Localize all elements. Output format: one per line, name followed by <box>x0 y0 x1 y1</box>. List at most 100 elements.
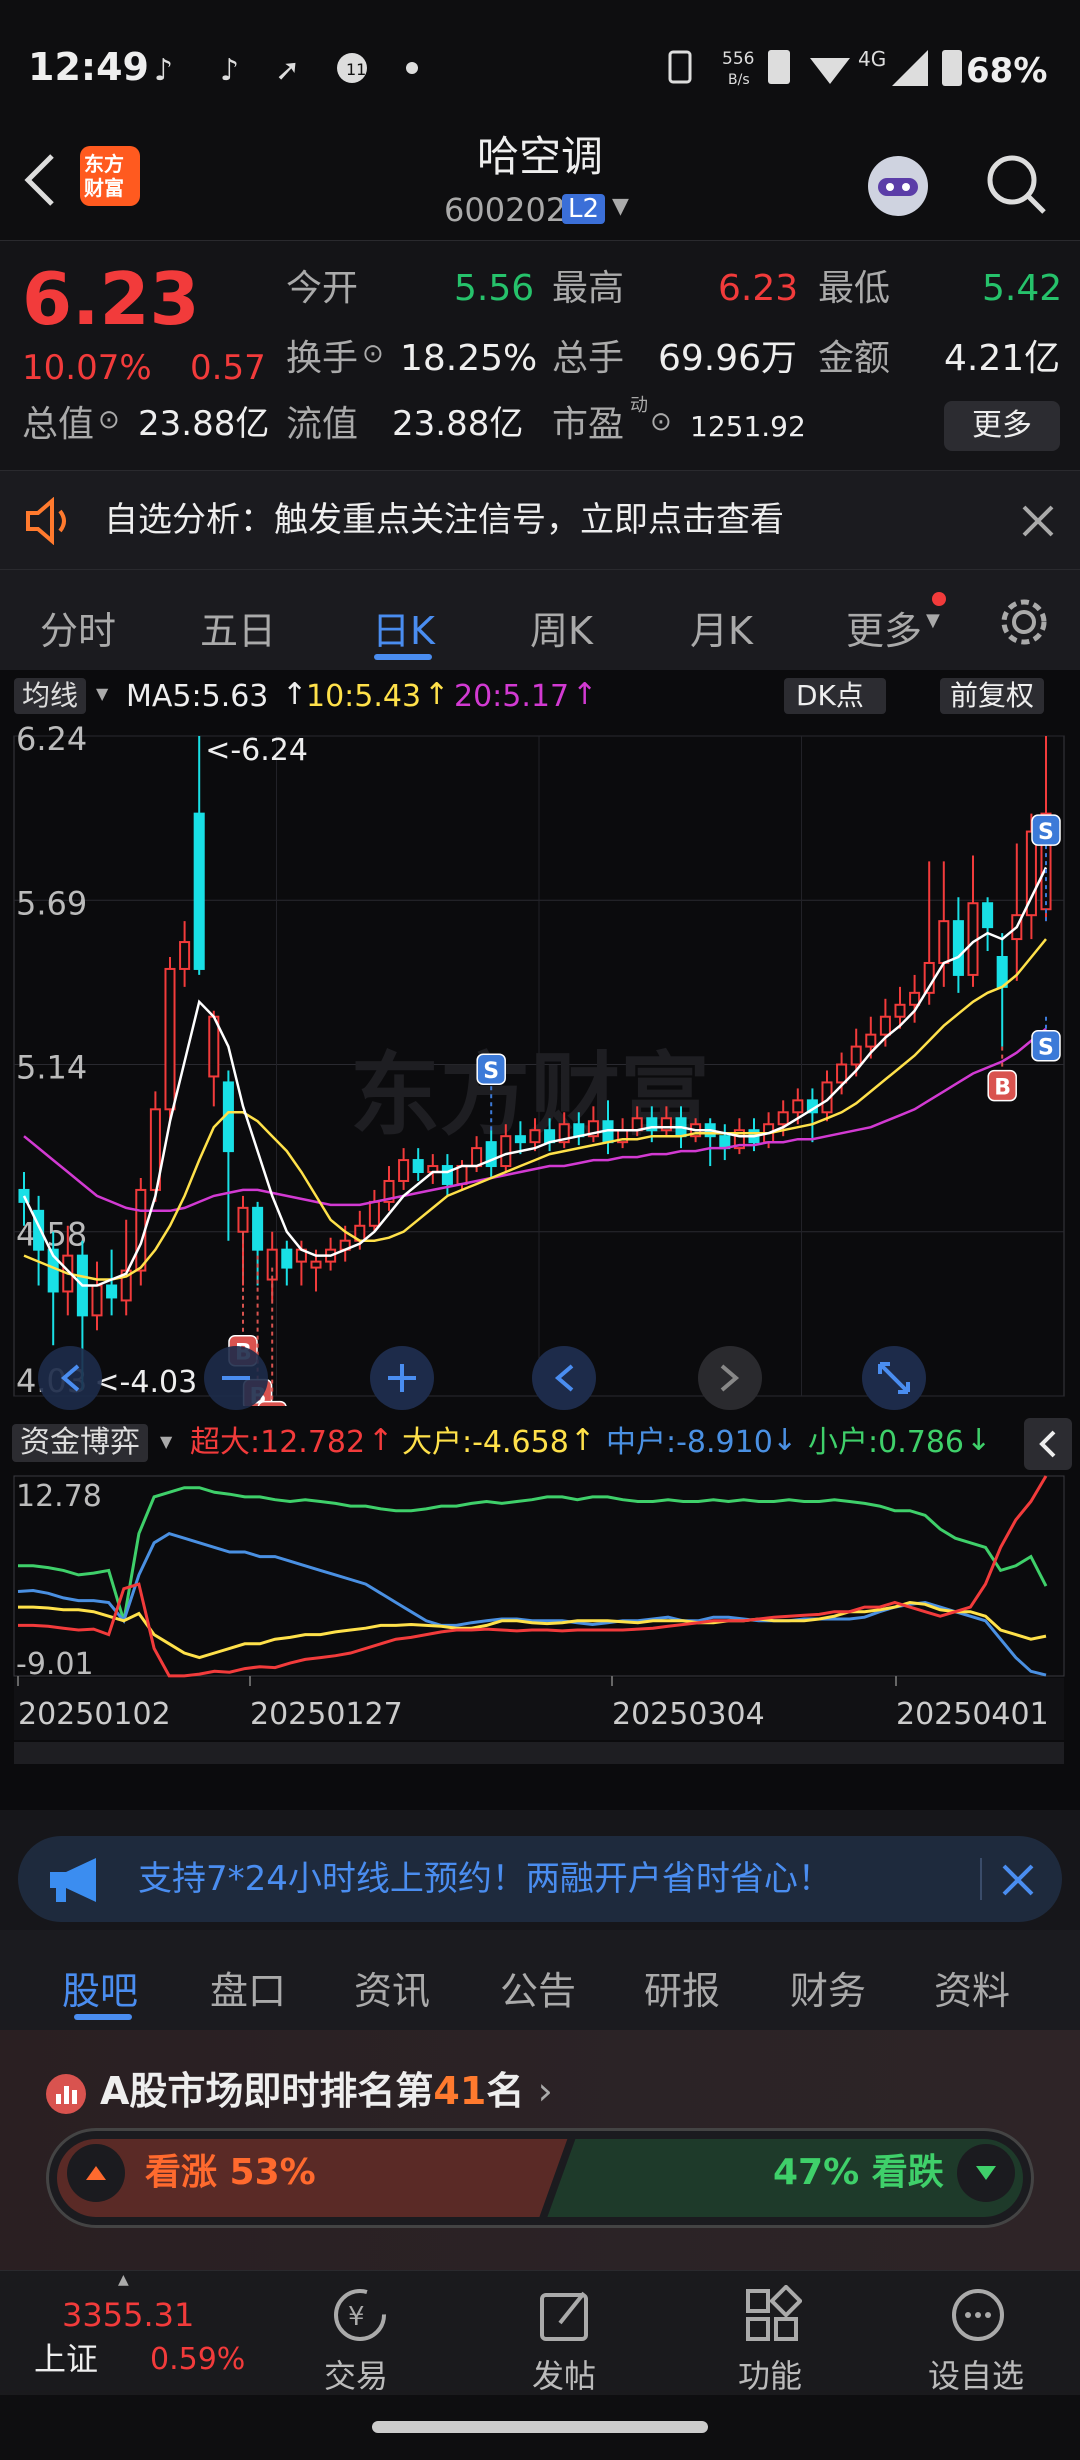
tab-daily-k[interactable]: 日K <box>372 600 435 655</box>
pe-value: 1251.92 <box>690 410 806 443</box>
tab-news[interactable]: 资讯 <box>354 1960 430 2015</box>
adjust-button[interactable]: 前复权 <box>940 678 1045 714</box>
chart-controls <box>38 1346 926 1410</box>
tab-more[interactable]: 更多 <box>846 600 922 655</box>
dk-point-button[interactable]: DK点 <box>784 678 886 714</box>
network-type: 4G <box>858 47 886 71</box>
feature-tabs: 股吧 盘口 资讯 公告 研报 财务 资料 <box>0 1930 1080 2030</box>
ma-select[interactable]: 均线 <box>14 678 87 714</box>
candle-body <box>441 1165 453 1185</box>
search-icon[interactable] <box>982 150 1052 220</box>
amount-value: 4.21亿 <box>944 338 1061 379</box>
more-button[interactable]: 更多 <box>944 401 1060 451</box>
fund-toolbar: 资金博弈 ▼ 超大:12.782 ↑ 大户:-4.658 ↑ 中户:-8.910… <box>0 1418 1080 1470</box>
arrow-down-icon: ↓ <box>966 1423 992 1458</box>
candlestick-chart[interactable]: 6.245.695.144.584.03东方财富<-6.24<-4.03SSSB… <box>0 726 1080 1406</box>
info-icon[interactable]: ⊙ <box>650 409 672 435</box>
chevron-down-icon: ▼ <box>926 610 940 631</box>
robot-assistant-icon[interactable] <box>858 144 938 224</box>
y-tick-label: 5.69 <box>16 884 87 922</box>
max-price-annotation: <-6.24 <box>205 733 308 768</box>
candle-body <box>266 1248 278 1281</box>
vote-down-button[interactable] <box>957 2144 1015 2202</box>
float-label: 流值 <box>286 404 359 445</box>
candle-body <box>836 1063 848 1084</box>
fullscreen-icon <box>862 1346 926 1410</box>
current-price: 6.23 <box>22 257 200 341</box>
tab-five-day[interactable]: 五日 <box>200 600 276 655</box>
candle-body <box>850 1045 862 1066</box>
nav-post[interactable]: 发帖 <box>456 2271 672 2396</box>
send-icon: ➚ <box>275 53 300 88</box>
index-pct: 0.59% <box>150 2342 246 2377</box>
promo-banner[interactable]: 支持7*24小时线上预约！两融开户省时省心！ <box>18 1836 1062 1922</box>
fund-indicator-select[interactable]: 资金博弈 <box>12 1424 148 1462</box>
app-screen: 12:49 ♪ ♪ ➚ 11 556 B/s 4G 68% 东方 财富 哈空调 … <box>0 0 1080 2460</box>
buy-signal-label: B <box>994 1076 1011 1101</box>
fund-series-line <box>18 1486 1048 1622</box>
rank-suffix: 名 <box>486 2069 525 2113</box>
close-icon[interactable] <box>1020 503 1056 539</box>
change-value: 0.57 <box>190 348 266 388</box>
index-name: 上证 <box>34 2340 99 2378</box>
nav-functions[interactable]: 功能 <box>662 2271 878 2396</box>
triangle-down-icon <box>976 2166 996 2180</box>
vote-up-button[interactable] <box>67 2144 125 2202</box>
gesture-bar <box>0 2395 1080 2460</box>
zoom-out-icon <box>204 1346 268 1410</box>
bear-label: 47% 看跌 <box>773 2152 944 2193</box>
stock-code: 600202 <box>444 191 567 229</box>
home-indicator[interactable] <box>372 2421 708 2433</box>
battery-icon <box>942 50 962 86</box>
divider <box>980 1858 982 1900</box>
megaphone-icon <box>50 1858 96 1902</box>
tab-weekly-k[interactable]: 周K <box>530 600 593 655</box>
candle-body <box>179 941 191 970</box>
turnover-label: 换手 <box>286 338 359 379</box>
vibrate-icon <box>668 50 692 84</box>
tab-guba[interactable]: 股吧 <box>62 1960 138 2015</box>
scroll-track <box>14 1742 1064 1764</box>
alert-bar[interactable]: 自选分析：触发重点关注信号，立即点击查看 <box>0 470 1080 570</box>
tiktok-icon: ♪ <box>154 53 173 88</box>
info-icon[interactable]: ⊙ <box>362 341 384 367</box>
open-label: 今开 <box>286 268 359 309</box>
candle-body <box>106 1284 118 1299</box>
net-speed-value: 556 <box>722 49 754 69</box>
candle-body <box>412 1159 424 1174</box>
alert-text: 自选分析：触发重点关注信号，立即点击查看 <box>104 500 784 540</box>
nav-trade[interactable]: ¥ 交易 <box>250 2271 466 2396</box>
rank-number: 41 <box>433 2069 487 2113</box>
sell-signal-label: S <box>1038 1036 1054 1061</box>
gear-icon[interactable] <box>996 594 1052 650</box>
candle-body <box>91 1284 103 1317</box>
pe-label: 市盈 <box>552 404 625 445</box>
tab-pankou[interactable]: 盘口 <box>210 1960 286 2015</box>
rank-text[interactable]: A股市场即时排名第41名 › <box>100 2072 553 2110</box>
tab-minute[interactable]: 分时 <box>40 600 116 655</box>
svg-text:¥: ¥ <box>348 2302 365 2332</box>
collapse-panel-button[interactable] <box>1024 1418 1072 1470</box>
tab-research[interactable]: 研报 <box>644 1960 720 2015</box>
banner-text: 支持7*24小时线上预约！两融开户省时省心！ <box>138 1859 832 1899</box>
nav-add-watchlist[interactable]: 设自选 <box>868 2271 1080 2396</box>
chevron-down-icon: ▼ <box>160 1432 173 1451</box>
arrow-up-icon: ↑ <box>368 1423 394 1458</box>
high-value: 6.23 <box>718 268 799 309</box>
edit-icon <box>540 2291 588 2341</box>
fund-flow-chart[interactable]: 12.78 -9.01 20250102 20250127 20250304 202504… <box>0 1470 1080 1770</box>
tab-profile[interactable]: 资料 <box>934 1960 1010 2015</box>
index-quote[interactable]: ▲ 3355.31 上证 0.59% <box>0 2271 245 2396</box>
change-pct: 10.07% <box>22 348 152 388</box>
chevron-down-icon[interactable]: ▼ <box>612 196 629 218</box>
y-tick-label: 5.14 <box>16 1049 87 1087</box>
tab-announcements[interactable]: 公告 <box>500 1960 576 2015</box>
tab-finance[interactable]: 财务 <box>790 1960 866 2015</box>
super-large-value: 超大:12.782 <box>190 1425 366 1460</box>
close-icon[interactable] <box>1000 1862 1036 1898</box>
info-icon[interactable]: ⊙ <box>98 407 120 433</box>
tab-monthly-k[interactable]: 月K <box>690 600 753 655</box>
bull-label: 看涨 53% <box>145 2152 316 2193</box>
period-tabs: 分时 五日 日K 周K 月K 更多 ▼ <box>0 570 1080 670</box>
l2-badge[interactable]: L2 <box>562 194 606 224</box>
